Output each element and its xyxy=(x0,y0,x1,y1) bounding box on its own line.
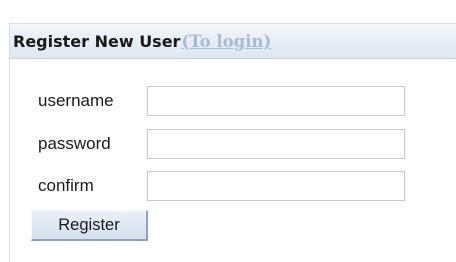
to-login-link[interactable]: (To login) xyxy=(181,32,271,51)
password-label: password xyxy=(38,133,111,153)
password-row: password xyxy=(38,127,405,160)
register-button[interactable]: Register xyxy=(31,210,148,241)
page-title: Register New User xyxy=(13,31,181,51)
username-field[interactable] xyxy=(147,85,405,116)
password-field[interactable] xyxy=(147,128,405,159)
confirm-row: confirm xyxy=(38,169,405,202)
username-label: username xyxy=(38,90,114,110)
confirm-label: confirm xyxy=(38,175,94,195)
confirm-password-field[interactable] xyxy=(147,170,405,201)
username-row: username xyxy=(38,84,405,117)
panel-header: Register New User (To login) xyxy=(10,24,456,59)
register-panel: Register New User (To login) username pa… xyxy=(9,23,456,262)
